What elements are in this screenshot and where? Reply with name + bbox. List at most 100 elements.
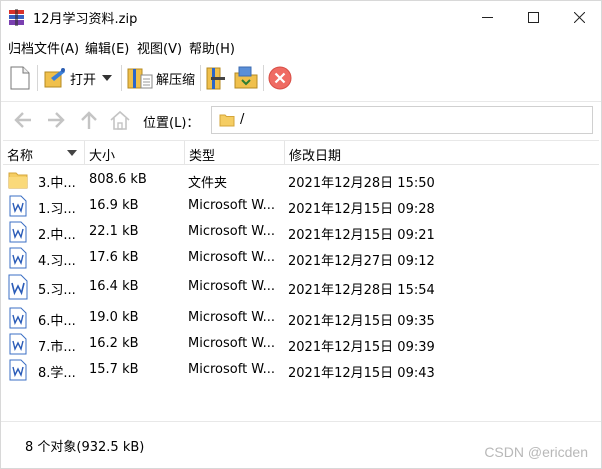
file-modified: 2021年12月15日 09:28 [288, 202, 435, 217]
address-bar: 位置(L)： / [1, 101, 601, 137]
extract-button[interactable]: 解压缩 [127, 63, 195, 93]
word-doc-icon [9, 247, 27, 269]
file-size: 19.0 kB [89, 310, 139, 325]
column-type-label: 类型 [189, 149, 216, 164]
file-type: Microsoft W... [188, 224, 276, 239]
home-icon [110, 110, 130, 130]
list-item[interactable]: 5.习... 16.4 kB Microsoft W... 2021年12月28… [3, 271, 599, 303]
file-type: Microsoft W... [188, 198, 276, 213]
file-modified: 2021年12月28日 15:54 [288, 283, 435, 298]
column-modified-label: 修改日期 [289, 149, 342, 164]
file-size: 16.2 kB [89, 336, 139, 351]
file-size: 16.9 kB [89, 198, 139, 213]
file-modified: 2021年12月28日 15:50 [288, 176, 435, 191]
location-path: / [240, 112, 245, 127]
file-modified: 2021年12月15日 09:43 [288, 366, 435, 381]
location-input[interactable]: / [211, 106, 593, 134]
column-name-label: 名称 [7, 149, 34, 164]
home-button[interactable] [109, 109, 131, 131]
file-name: 6.中... [38, 314, 76, 329]
maximize-button[interactable] [510, 1, 556, 33]
toolbar: 打开 解压缩 [1, 59, 601, 97]
folder-icon [8, 172, 28, 189]
word-doc-icon [8, 274, 28, 300]
list-item[interactable]: 4.习... 17.6 kB Microsoft W... 2021年12月27… [3, 245, 599, 271]
file-type: Microsoft W... [188, 362, 276, 377]
minimize-icon [481, 16, 493, 18]
extract-icon [127, 68, 153, 89]
file-size: 22.1 kB [89, 224, 139, 239]
word-doc-icon [9, 195, 27, 217]
column-name[interactable]: 名称 [3, 141, 85, 165]
chevron-down-icon [102, 75, 112, 81]
list-header: 名称 大小 类型 修改日期 [3, 141, 599, 165]
file-size: 17.6 kB [89, 250, 139, 265]
list-item[interactable]: 1.习... 16.9 kB Microsoft W... 2021年12月15… [3, 193, 599, 219]
minimize-button[interactable] [464, 1, 510, 33]
toolbar-separator [121, 65, 122, 91]
location-label: 位置(L)： [143, 116, 200, 131]
add-folder-icon [234, 66, 258, 89]
file-modified: 2021年12月15日 09:21 [288, 228, 435, 243]
word-doc-icon [9, 333, 27, 355]
list-item[interactable]: 6.中... 19.0 kB Microsoft W... 2021年12月15… [3, 305, 599, 331]
file-size: 15.7 kB [89, 362, 139, 377]
list-item[interactable]: 2.中... 22.1 kB Microsoft W... 2021年12月15… [3, 219, 599, 245]
up-button[interactable] [78, 109, 100, 131]
archive-window: 12月学习资料.zip 归档文件(A) 编辑(E) 视图(V) 帮助(H) 打开… [0, 0, 602, 469]
watermark: CSDN @ericden [484, 444, 588, 460]
forward-button[interactable] [45, 109, 67, 131]
word-doc-icon [9, 221, 27, 243]
new-archive-button[interactable] [10, 63, 30, 93]
file-type: 文件夹 [188, 176, 228, 191]
open-button[interactable]: 打开 [43, 63, 96, 93]
close-button[interactable] [556, 1, 602, 33]
open-icon [44, 68, 65, 88]
file-size: 808.6 kB [89, 172, 147, 187]
cancel-button[interactable] [268, 63, 292, 93]
toolbar-separator [263, 65, 264, 91]
cancel-icon [268, 66, 292, 90]
window-title: 12月学习资料.zip [33, 12, 138, 27]
column-type[interactable]: 类型 [185, 141, 285, 165]
file-name: 3.中... [38, 176, 76, 191]
column-modified[interactable]: 修改日期 [285, 141, 599, 165]
list-item[interactable]: 8.学... 15.7 kB Microsoft W... 2021年12月15… [3, 357, 599, 383]
open-dropdown-button[interactable] [102, 63, 112, 93]
file-size: 16.4 kB [89, 279, 139, 294]
arrow-left-icon [14, 112, 31, 128]
list-item[interactable]: 3.中... 808.6 kB 文件夹 2021年12月28日 15:50 [3, 167, 599, 193]
menu-view[interactable]: 视图(V) [137, 38, 182, 57]
file-modified: 2021年12月15日 09:35 [288, 314, 435, 329]
extract-label: 解压缩 [156, 72, 196, 88]
column-size[interactable]: 大小 [85, 141, 185, 165]
toolbar-separator [200, 65, 201, 91]
back-button[interactable] [12, 109, 34, 131]
sort-descending-icon [67, 150, 77, 156]
file-type: Microsoft W... [188, 336, 276, 351]
maximize-icon [527, 11, 539, 23]
title-bar: 12月学习资料.zip [1, 1, 601, 33]
add-folder-button[interactable] [233, 63, 259, 93]
arrow-right-icon [48, 112, 65, 128]
arrow-up-icon [81, 111, 97, 129]
file-type: Microsoft W... [188, 310, 276, 325]
file-name: 8.学... [38, 366, 76, 381]
archive-app-icon [9, 9, 24, 26]
open-label: 打开 [70, 72, 97, 88]
word-doc-icon [9, 307, 27, 329]
column-size-label: 大小 [89, 149, 116, 164]
word-doc-icon [9, 359, 27, 381]
file-name: 7.市... [38, 340, 76, 355]
list-item[interactable]: 7.市... 16.2 kB Microsoft W... 2021年12月15… [3, 331, 599, 357]
menu-help[interactable]: 帮助(H) [189, 38, 235, 57]
file-name: 2.中... [38, 228, 76, 243]
menu-bar: 归档文件(A) 编辑(E) 视图(V) 帮助(H) [1, 35, 601, 57]
file-modified: 2021年12月27日 09:12 [288, 254, 435, 269]
status-text: 8 个对象(932.5 kB) [25, 440, 145, 455]
file-type: Microsoft W... [188, 250, 276, 265]
folder-icon [219, 114, 235, 127]
menu-edit[interactable]: 编辑(E) [85, 38, 129, 57]
menu-archive[interactable]: 归档文件(A) [8, 38, 79, 57]
add-files-button[interactable] [205, 63, 227, 93]
